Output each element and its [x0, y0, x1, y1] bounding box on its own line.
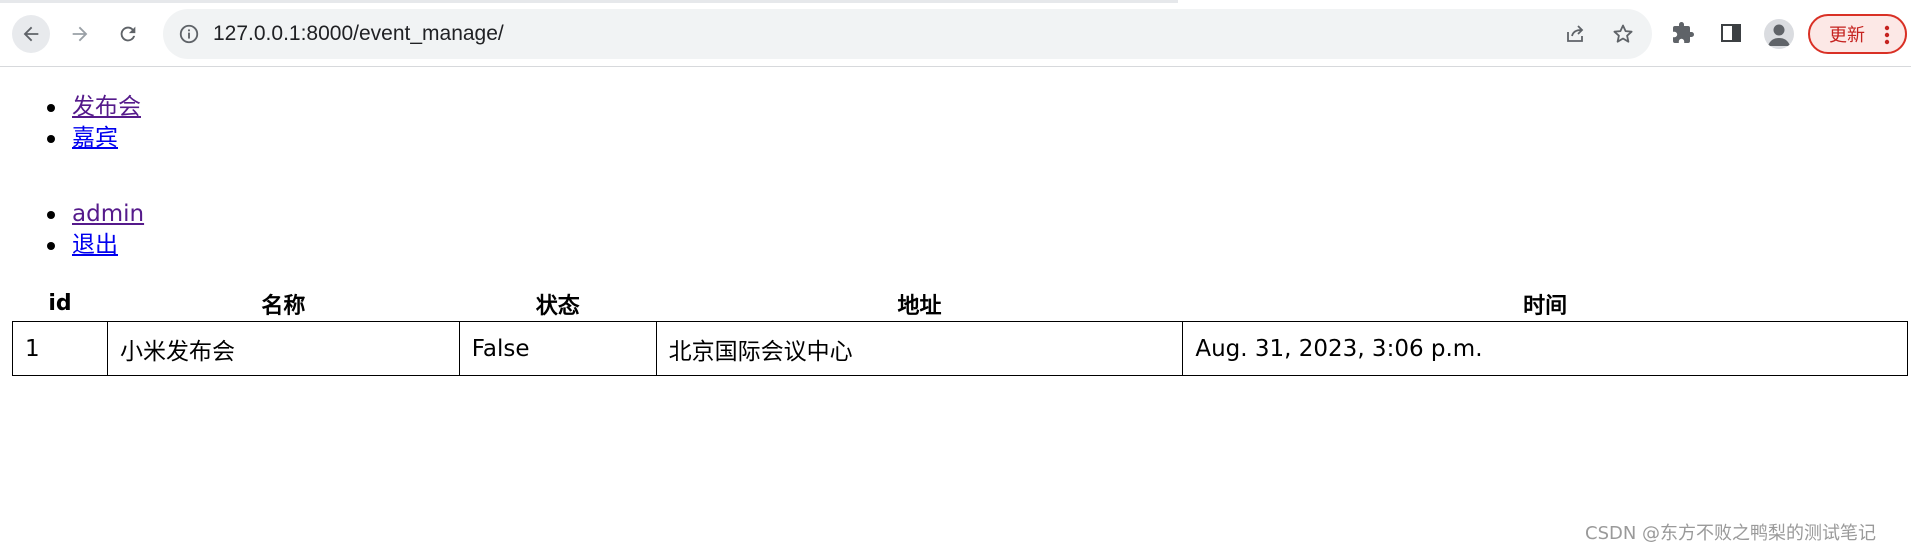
browser-toolbar: 127.0.0.1:8000/event_manage/ 更新 [0, 0, 1911, 67]
cell-address: 北京国际会议中心 [655, 321, 1184, 376]
tab-strip-edge [0, 0, 1178, 3]
bookmark-star-icon[interactable] [1611, 22, 1635, 46]
column-header-name: 名称 [261, 293, 306, 319]
nav-item-events: 发布会 [0, 91, 141, 122]
forward-icon [72, 26, 88, 42]
reload-button[interactable] [109, 15, 147, 53]
column-header-status: 状态 [535, 293, 580, 319]
column-header-time: 时间 [1523, 293, 1568, 319]
back-button[interactable] [12, 15, 50, 53]
forward-button[interactable] [61, 15, 99, 53]
table-header-row: id 名称 状态 地址 时间 [13, 286, 1908, 322]
username-link[interactable]: admin [72, 201, 144, 227]
update-button[interactable]: 更新 [1808, 14, 1907, 54]
watermark: CSDN @东方不败之鸭梨的测试笔记 [1585, 523, 1877, 544]
column-header-id: id [48, 291, 72, 316]
page-content: 发布会 嘉宾 admin 退出 id 名称 状态 地址 时间 1 小米发布会 F… [0, 66, 1911, 552]
extensions-icon[interactable] [1671, 21, 1695, 45]
share-icon[interactable] [1563, 22, 1587, 46]
more-menu-icon[interactable] [1884, 25, 1890, 45]
cell-name: 小米发布会 [106, 321, 460, 376]
cell-status: False [458, 321, 657, 376]
guests-link[interactable]: 嘉宾 [72, 125, 118, 151]
nav-item-guests: 嘉宾 [0, 122, 141, 153]
table-row: 1 小米发布会 False 北京国际会议中心 Aug. 31, 2023, 3:… [12, 321, 1908, 376]
update-label: 更新 [1829, 25, 1865, 46]
nav-item-user: admin [0, 198, 144, 229]
address-bar[interactable]: 127.0.0.1:8000/event_manage/ [163, 9, 1652, 59]
primary-nav: 发布会 嘉宾 [0, 91, 141, 153]
profile-icon[interactable] [1764, 19, 1794, 49]
cell-time: Aug. 31, 2023, 3:06 p.m. [1182, 321, 1908, 376]
avatar [1768, 24, 1790, 46]
events-link[interactable]: 发布会 [72, 94, 141, 120]
nav-item-logout: 退出 [0, 229, 144, 260]
url-text[interactable]: 127.0.0.1:8000/event_manage/ [213, 22, 504, 46]
back-icon [23, 26, 39, 42]
reload-icon [120, 26, 136, 42]
site-info-icon[interactable] [178, 23, 200, 45]
user-nav: admin 退出 [0, 198, 144, 260]
logout-link[interactable]: 退出 [72, 232, 118, 258]
side-panel-icon[interactable] [1719, 21, 1743, 45]
event-table: id 名称 状态 地址 时间 1 小米发布会 False 北京国际会议中心 Au… [12, 286, 1908, 376]
cell-id: 1 [12, 321, 108, 376]
column-header-address: 地址 [897, 293, 942, 319]
